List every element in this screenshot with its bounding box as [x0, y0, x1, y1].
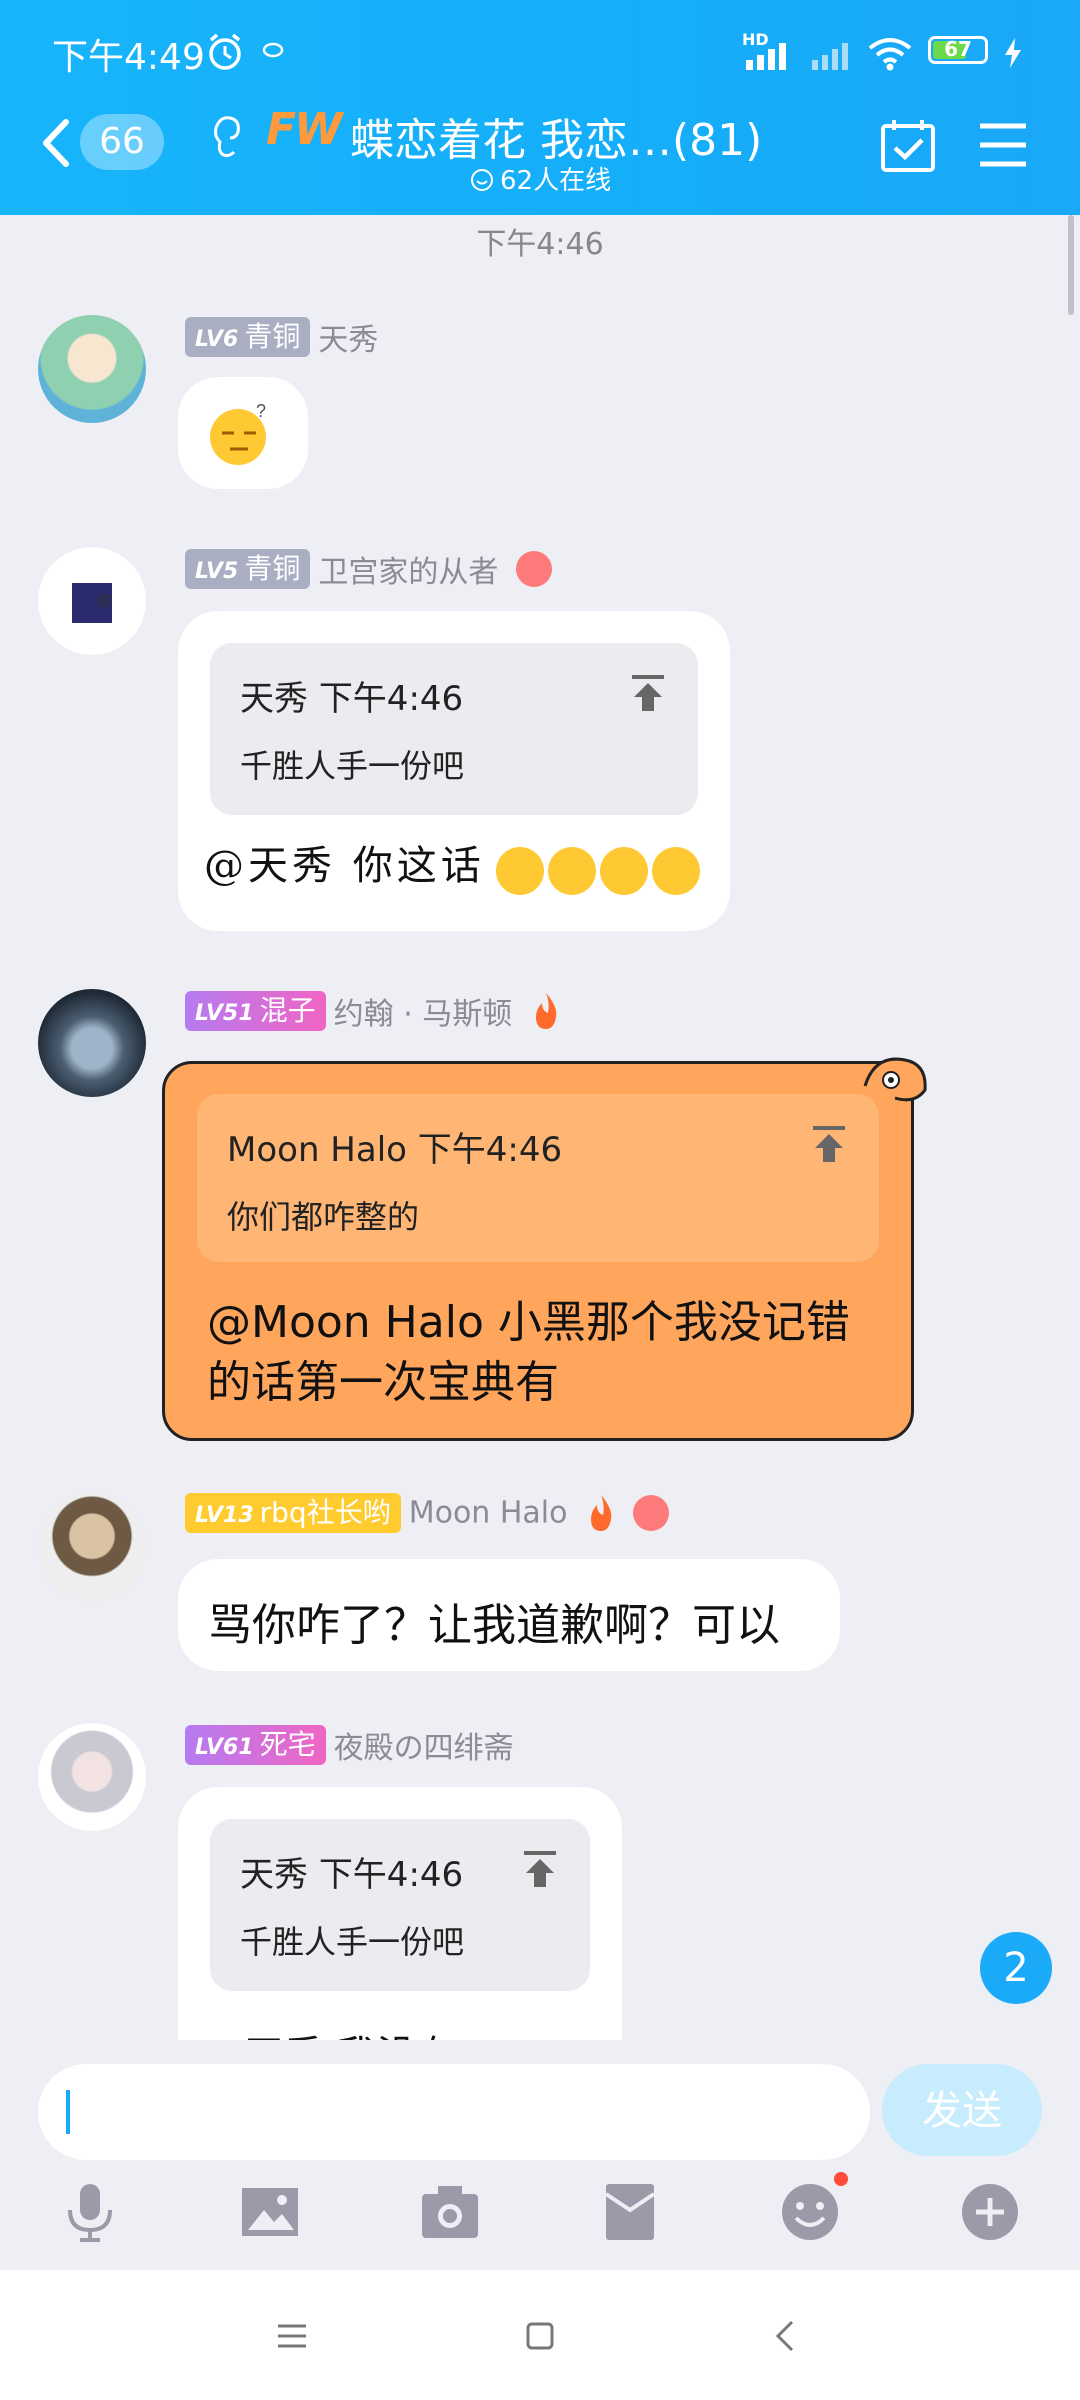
home-icon[interactable]: [518, 2314, 562, 2358]
quote-header: 天秀 下午4:46: [240, 679, 464, 719]
sender-meta: LV5 青铜 卫宫家的从者: [185, 547, 552, 590]
huff-emoji-icon: [600, 847, 648, 895]
sender-meta: LV13 rbq社长哟 Moon Halo: [185, 1493, 669, 1533]
quote-header: Moon Halo 下午4:46: [227, 1130, 563, 1170]
message-text: 骂你咋了？让我道歉啊？可以: [208, 1600, 780, 1651]
chevron-left-icon: [43, 119, 69, 167]
message-bubble[interactable]: ?: [178, 377, 308, 489]
signal-2-icon: [812, 43, 848, 70]
sleepy-emoji-icon: ?: [210, 401, 266, 465]
online-smile-icon: [471, 169, 493, 191]
message-bubble[interactable]: 骂你咋了？让我道歉啊？可以: [178, 1559, 840, 1671]
message-input[interactable]: [38, 2064, 870, 2160]
system-nav-bar: [0, 2270, 1080, 2400]
sender-nickname[interactable]: 卫宫家的从者: [318, 555, 498, 590]
sender-nickname[interactable]: 天秀: [318, 323, 378, 358]
sender-nickname[interactable]: 夜殿の四绯斋: [334, 1731, 514, 1766]
message-text: @天秀 你这话: [204, 843, 485, 889]
status-bar: 下午4:49 HD 67: [0, 0, 1080, 100]
quote-text: 千胜人手一份吧: [240, 747, 465, 785]
jump-to-quote-icon[interactable]: [809, 1124, 849, 1164]
plus-icon[interactable]: [958, 2180, 1022, 2244]
level-badge: LV51 混子: [185, 991, 326, 1031]
new-message-count-badge[interactable]: 2: [980, 1932, 1052, 2004]
sender-meta: LV6 青铜 天秀: [185, 315, 378, 358]
flower-badge-icon: [632, 1495, 669, 1531]
recent-apps-icon[interactable]: [270, 2314, 314, 2358]
emoji-icon: [782, 2184, 838, 2240]
status-time: 下午4:49: [52, 37, 205, 78]
input-area: 发送: [0, 2040, 1080, 2270]
jump-to-quote-icon[interactable]: [520, 1849, 560, 1889]
svg-text:修: 修: [96, 592, 112, 611]
chat-header: 下午4:49 HD 67 66 FW 蝶恋着花 我恋…(81) 62人在线: [0, 0, 1080, 215]
message-bubble[interactable]: Moon Halo 下午4:46 你们都咋整的 @Moon Halo 小黑那个我…: [162, 1057, 927, 1441]
avatar[interactable]: 修: [38, 547, 146, 655]
message-list[interactable]: 下午4:46 LV6 青铜 天秀 ? 修 LV5 青铜 卫宫家的从者 天秀 下午4:46…: [0, 215, 1080, 2040]
message-bubble[interactable]: 天秀 下午4:46 千胜人手一份吧 @天秀 我没有: [178, 1787, 622, 2040]
avatar[interactable]: [38, 989, 146, 1097]
online-text: 62人在线: [500, 166, 612, 196]
sender-nickname[interactable]: Moon Halo: [409, 1496, 568, 1531]
camera-icon[interactable]: [418, 2180, 482, 2244]
jump-to-quote-icon[interactable]: [628, 673, 668, 713]
message-bubble[interactable]: 天秀 下午4:46 千胜人手一份吧 @天秀 你这话: [178, 611, 730, 931]
quote-text: 你们都咋整的: [227, 1198, 420, 1236]
new-dot-indicator: [834, 2172, 848, 2186]
text-cursor: [66, 2090, 70, 2134]
avatar[interactable]: [38, 315, 146, 423]
huff-emoji-icon: [496, 847, 544, 895]
quoted-message[interactable]: 天秀 下午4:46 千胜人手一份吧: [210, 1819, 590, 1991]
ear-icon[interactable]: [208, 112, 244, 162]
back-button[interactable]: 66: [38, 112, 168, 174]
huff-emoji-icon: [652, 847, 700, 895]
signal-icon: [746, 43, 786, 70]
message-text-line-1: @Moon Halo 小黑那个我没记错: [207, 1297, 850, 1348]
send-button[interactable]: 发送: [882, 2064, 1042, 2156]
group-logo: FW: [266, 104, 343, 155]
battery-level: 67: [944, 37, 972, 61]
voice-icon[interactable]: [58, 2180, 122, 2244]
message-text-line-2: 的话第一次宝典有: [207, 1357, 559, 1408]
calendar-checkin-icon[interactable]: [880, 118, 936, 174]
emoji-button[interactable]: [778, 2172, 848, 2244]
quote-header: 天秀 下午4:46: [240, 1855, 464, 1895]
fire-badge-icon: [535, 993, 557, 1029]
wifi-icon: [868, 38, 912, 71]
avatar[interactable]: [38, 1493, 146, 1601]
level-badge: LV5 青铜: [185, 549, 311, 589]
message-text: @天秀 我没有: [204, 2023, 457, 2040]
message-timestamp: 下午4:46: [476, 227, 604, 262]
menu-icon[interactable]: [978, 122, 1028, 168]
quoted-message[interactable]: 天秀 下午4:46 千胜人手一份吧: [210, 643, 698, 815]
sender-nickname[interactable]: 约翰 · 马斯顿: [334, 997, 513, 1032]
quoted-message[interactable]: Moon Halo 下午4:46 你们都咋整的: [197, 1094, 879, 1262]
avatar-art-icon: 修: [72, 583, 112, 623]
level-badge: LV61 死宅: [185, 1725, 326, 1765]
red-packet-icon[interactable]: [598, 2180, 662, 2244]
flower-badge-icon: [515, 551, 552, 587]
fire-badge-icon: [591, 1495, 612, 1531]
huff-emoji-icon: [548, 847, 596, 895]
charging-icon: [1005, 38, 1021, 68]
unread-back-count: 66: [80, 114, 164, 170]
battery-icon: 67: [928, 36, 988, 64]
svg-text:?: ?: [256, 401, 266, 421]
quote-text: 千胜人手一份吧: [240, 1923, 465, 1961]
image-icon[interactable]: [238, 2180, 302, 2244]
level-badge: LV13 rbq社长哟: [185, 1493, 401, 1533]
avatar[interactable]: [38, 1723, 146, 1831]
level-badge: LV6 青铜: [185, 317, 311, 357]
system-back-icon[interactable]: [764, 2314, 808, 2358]
online-count: 62人在线: [470, 160, 611, 197]
alarm-icon: [209, 33, 241, 70]
group-title[interactable]: 蝶恋着花 我恋…(81): [350, 104, 762, 168]
app-notification-icon: [262, 42, 284, 58]
sender-meta: LV61 死宅 夜殿の四绯斋: [185, 1723, 514, 1766]
sender-meta: LV51 混子 约翰 · 马斯顿: [185, 989, 564, 1032]
